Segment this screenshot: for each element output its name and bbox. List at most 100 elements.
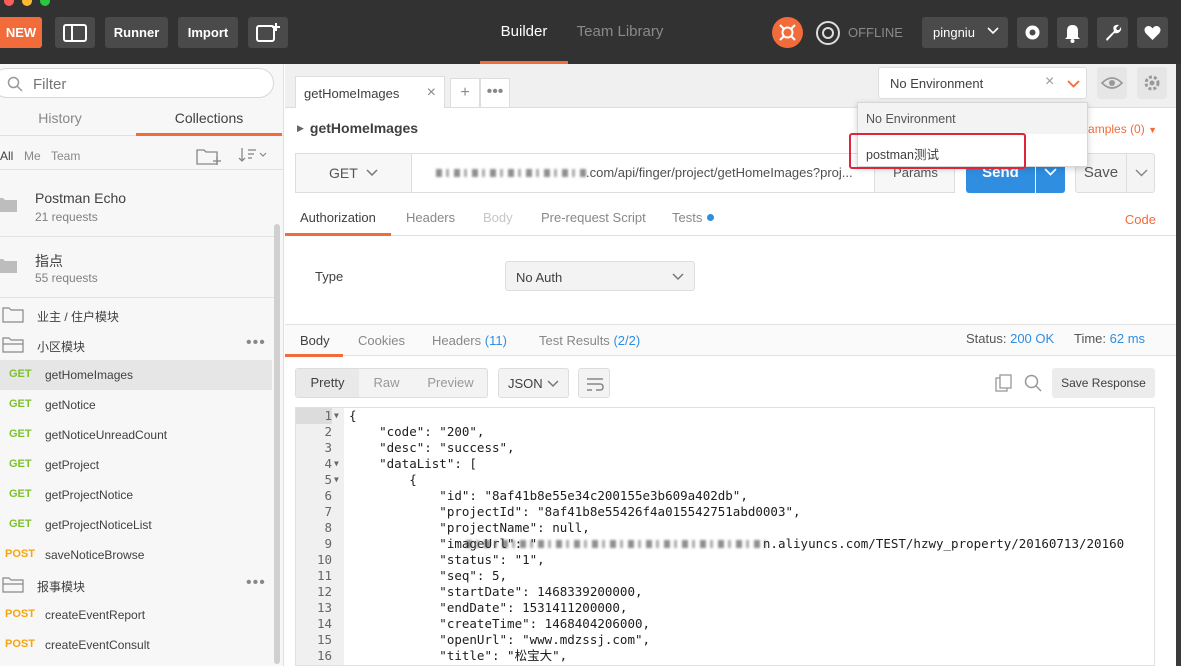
manage-environments-button[interactable]	[1137, 67, 1167, 99]
folder-item[interactable]: 小区模块 •••	[0, 330, 272, 360]
tab-response-headers[interactable]: Headers (11)	[432, 333, 507, 348]
tab-body[interactable]: Body	[483, 210, 513, 225]
filter-team[interactable]: Team	[51, 149, 80, 163]
copy-icon[interactable]	[995, 374, 1013, 392]
folder-outline-icon	[2, 307, 24, 323]
language-select[interactable]: JSON	[498, 368, 569, 398]
tab-test-results[interactable]: Test Results (2/2)	[539, 333, 640, 348]
request-item[interactable]: GET getNotice	[0, 390, 272, 420]
annotation-highlight-box	[849, 133, 1026, 169]
save-response-button[interactable]: Save Response	[1052, 368, 1155, 398]
code-line: 7 "projectId": "8af41b8e55426f4a01554275…	[324, 504, 801, 519]
method-value: GET	[329, 165, 358, 181]
request-title[interactable]: ▶ getHomeImages	[297, 120, 418, 136]
request-item[interactable]: GET getProject	[0, 450, 272, 480]
request-item[interactable]: GET getHomeImages	[0, 360, 272, 390]
format-raw[interactable]: Raw	[359, 369, 414, 397]
filter-all[interactable]: All	[0, 149, 13, 163]
request-item[interactable]: GET getProjectNotice	[0, 480, 272, 510]
environment-option[interactable]: No Environment	[858, 103, 1087, 134]
sort-icon[interactable]	[238, 147, 268, 163]
method-badge: POST	[5, 608, 35, 620]
interceptor-button[interactable]	[1017, 17, 1048, 48]
request-item[interactable]: POST createEventConsult	[0, 630, 272, 660]
tab-options-button[interactable]: •••	[480, 78, 510, 108]
request-name: getProjectNotice	[45, 488, 134, 502]
new-window-button[interactable]	[248, 17, 288, 48]
environment-quick-look-button[interactable]	[1097, 67, 1127, 99]
generate-code-link[interactable]: Code	[1125, 212, 1156, 227]
request-name: getProjectNoticeList	[45, 518, 152, 532]
search-icon[interactable]	[1024, 374, 1042, 392]
window-close-dot[interactable]	[4, 0, 14, 6]
collection-name: 指点	[35, 253, 63, 269]
close-icon[interactable]: ×	[427, 84, 436, 102]
tab-authorization[interactable]: Authorization	[300, 210, 376, 225]
format-pretty[interactable]: Pretty	[296, 369, 359, 397]
collection-count: 21 requests	[35, 210, 98, 224]
response-body-editor[interactable]: 1 ▼{ 2 "code": "200", 3 "desc": "success"…	[295, 407, 1155, 666]
code-line: 11 "seq": 5,	[316, 568, 508, 583]
import-button[interactable]: Import	[178, 17, 238, 48]
folder-more-button[interactable]: •••	[246, 574, 266, 592]
sync-status-icon[interactable]	[772, 17, 803, 48]
environment-select[interactable]: No Environment ×	[878, 67, 1087, 99]
folder-more-button[interactable]: •••	[246, 334, 266, 352]
sidebar: History Collections All Me Team Postman …	[0, 64, 284, 666]
tab-headers[interactable]: Headers	[406, 210, 455, 225]
examples-link[interactable]: amples (0) ▼	[1088, 122, 1157, 136]
runner-button[interactable]: Runner	[105, 17, 168, 48]
request-item[interactable]: GET getProjectNoticeList	[0, 510, 272, 540]
tab-collections[interactable]: Collections	[136, 104, 282, 136]
save-options-button[interactable]	[1126, 153, 1155, 193]
tab-builder[interactable]: Builder	[480, 0, 568, 64]
add-tab-button[interactable]: +	[450, 78, 480, 108]
tab-pre-request-script[interactable]: Pre-request Script	[541, 210, 646, 225]
format-preview[interactable]: Preview	[414, 369, 487, 397]
tab-tests[interactable]: Tests	[672, 210, 715, 225]
filter-me[interactable]: Me	[24, 149, 41, 163]
collection-item[interactable]: Postman Echo 21 requests	[0, 177, 274, 237]
response-time: Time: 62 ms	[1074, 331, 1146, 346]
window-zoom-dot[interactable]	[40, 0, 50, 6]
toggle-sidebar-button[interactable]	[55, 17, 95, 48]
folder-icon	[0, 259, 17, 273]
filter-input[interactable]	[33, 74, 253, 94]
tab-cookies[interactable]: Cookies	[358, 333, 405, 348]
collection-item[interactable]: 指点 55 requests	[0, 238, 274, 298]
request-item[interactable]: POST saveNoticeBrowse	[0, 540, 272, 570]
code-line: 5 ▼ {	[324, 472, 417, 487]
wrap-lines-button[interactable]	[578, 368, 610, 398]
new-window-icon	[256, 22, 280, 42]
folder-open-icon	[2, 577, 24, 593]
window-edge	[1176, 64, 1181, 666]
folder-item[interactable]: 报事模块 •••	[0, 570, 272, 600]
request-item[interactable]: POST createEventReport	[0, 600, 272, 630]
clear-environment-icon[interactable]: ×	[1045, 73, 1054, 91]
method-select[interactable]: GET	[296, 154, 412, 192]
notifications-button[interactable]	[1057, 17, 1088, 48]
window-minimize-dot[interactable]	[22, 0, 32, 6]
code-line: 6 "id": "8af41b8e55e34c200155e3b609a402d…	[324, 488, 748, 503]
sidebar-scrollbar[interactable]	[274, 224, 280, 664]
request-item[interactable]: GET getNoticeUnreadCount	[0, 420, 272, 450]
settings-button[interactable]	[1097, 17, 1128, 48]
folder-item[interactable]: 业主 / 住户模块	[0, 300, 272, 330]
heart-button[interactable]	[1137, 17, 1168, 48]
chevron-down-icon	[672, 273, 684, 281]
chevron-down-icon	[1067, 80, 1080, 88]
request-name: getProject	[45, 458, 100, 472]
method-badge: GET	[9, 488, 32, 500]
tab-history[interactable]: History	[0, 104, 120, 136]
new-button[interactable]: NEW	[0, 17, 42, 48]
request-name: createEventConsult	[45, 638, 150, 652]
wrap-icon	[587, 378, 604, 391]
url-input[interactable]: .com/api/finger/project/getHomeImages?pr…	[412, 154, 874, 192]
tab-team-library[interactable]: Team Library	[568, 0, 672, 64]
user-menu-button[interactable]: pingniu	[922, 17, 1008, 48]
request-tab[interactable]: getHomeImages ×	[295, 76, 445, 108]
auth-type-select[interactable]: No Auth	[505, 261, 695, 291]
filter-box[interactable]	[0, 68, 274, 98]
new-collection-icon[interactable]	[196, 146, 222, 166]
tab-response-body[interactable]: Body	[300, 333, 330, 348]
